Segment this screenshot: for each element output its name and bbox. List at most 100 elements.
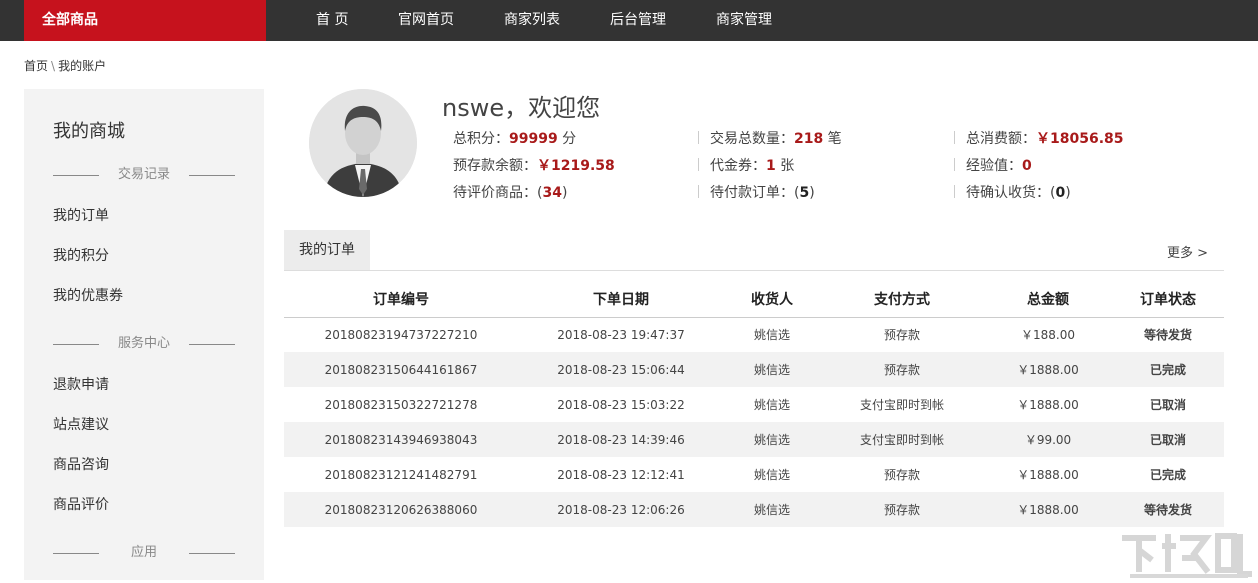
sidebar-section-trade: 交易记录 [24,165,264,185]
order-id[interactable]: 20180823194737227210 [284,317,518,352]
sidebar-title: 我的商城 [53,117,125,143]
sidebar-item-my-orders[interactable]: 我的订单 [53,205,109,225]
order-id[interactable]: 20180823120626388060 [284,492,518,527]
stat-label: 待评价商品：( [453,185,542,201]
sidebar-item-consult[interactable]: 商品咨询 [53,454,109,474]
table-row[interactable]: 20180823121241482791 2018-08-23 12:12:41… [284,457,1224,492]
column-header-amount: 总金额 [984,282,1112,317]
stat-label: 待付款订单：( [710,185,799,201]
order-consignee: 姚信选 [724,457,820,492]
sidebar-item-my-points[interactable]: 我的积分 [53,245,109,265]
sidebar-item-refund[interactable]: 退款申请 [53,374,109,394]
sidebar-item-suggestion[interactable]: 站点建议 [53,414,109,434]
order-amount: ￥1888.00 [984,492,1112,527]
stat-total-points: 总积分：99999 分 [453,128,576,148]
stat-value: 5 [799,185,809,201]
order-status: 已取消 [1112,422,1224,457]
table-row[interactable]: 20180823194737227210 2018-08-23 19:47:37… [284,317,1224,352]
stat-divider [954,131,955,144]
order-date: 2018-08-23 12:12:41 [518,457,724,492]
order-id[interactable]: 20180823150644161867 [284,352,518,387]
welcome-message: nswe，欢迎您 [442,88,600,123]
section-divider [189,344,235,345]
table-row[interactable]: 20180823150322721278 2018-08-23 15:03:22… [284,387,1224,422]
order-payment: 支付宝即时到帐 [820,387,984,422]
nav-official-home[interactable]: 官网首页 [398,0,454,41]
stat-label: 待确认收货：( [966,185,1055,201]
column-header-status: 订单状态 [1112,282,1224,317]
orders-table: 订单编号 下单日期 收货人 支付方式 总金额 订单状态 201808231947… [284,282,1224,527]
stat-label: 总消费额： [966,131,1036,147]
order-amount: ￥1888.00 [984,457,1112,492]
tab-my-orders[interactable]: 我的订单 [284,230,370,270]
stat-value: 1 [766,158,776,174]
table-header-row: 订单编号 下单日期 收货人 支付方式 总金额 订单状态 [284,282,1224,317]
breadcrumb-home[interactable]: 首页 [24,59,48,73]
stat-divider [698,185,699,198]
order-id[interactable]: 20180823150322721278 [284,387,518,422]
stat-unit: 笔 [823,131,841,147]
table-row[interactable]: 20180823120626388060 2018-08-23 12:06:26… [284,492,1224,527]
order-status: 已完成 [1112,457,1224,492]
stat-vouchers: 代金券：1 张 [710,155,794,175]
stat-unit: 张 [776,158,794,174]
stat-to-pay[interactable]: 待付款订单：(5) [710,182,815,202]
order-date: 2018-08-23 15:06:44 [518,352,724,387]
nav-merchant-list[interactable]: 商家列表 [504,0,560,41]
stat-experience: 经验值：0 [966,155,1032,175]
order-consignee: 姚信选 [724,492,820,527]
stat-value: 0 [1022,158,1032,174]
order-status: 已完成 [1112,352,1224,387]
sidebar-section-apps: 应用 [24,543,264,563]
order-id[interactable]: 20180823143946938043 [284,422,518,457]
stat-to-review[interactable]: 待评价商品：(34) [453,182,567,202]
nav-merchant-management[interactable]: 商家管理 [716,0,772,41]
order-date: 2018-08-23 15:03:22 [518,387,724,422]
order-consignee: 姚信选 [724,352,820,387]
column-header-order-id: 订单编号 [284,282,518,317]
order-status: 等待发货 [1112,317,1224,352]
sidebar-item-review[interactable]: 商品评价 [53,494,109,514]
table-row[interactable]: 20180823150644161867 2018-08-23 15:06:44… [284,352,1224,387]
column-header-date: 下单日期 [518,282,724,317]
all-goods-menu[interactable]: 全部商品 [24,0,266,41]
avatar[interactable] [309,89,417,197]
stat-divider [698,158,699,171]
stat-value: 99999 [509,131,558,147]
nav-home[interactable]: 首 页 [316,0,348,41]
order-payment: 预存款 [820,492,984,527]
table-row[interactable]: 20180823143946938043 2018-08-23 14:39:46… [284,422,1224,457]
breadcrumb-separator: \ [51,59,55,73]
order-amount: ￥188.00 [984,317,1112,352]
more-orders-link[interactable]: 更多 > [1167,242,1208,261]
order-amount: ￥99.00 [984,422,1112,457]
order-payment: 预存款 [820,352,984,387]
order-status: 等待发货 [1112,492,1224,527]
order-payment: 预存款 [820,457,984,492]
sidebar-item-my-coupons[interactable]: 我的优惠券 [53,285,123,305]
user-avatar-icon [309,89,417,197]
section-divider [189,553,235,554]
stat-deposit-balance: 预存款余额：￥1219.58 [453,155,615,175]
stat-divider [698,131,699,144]
stat-to-confirm[interactable]: 待确认收货：(0) [966,182,1071,202]
stat-label: 预存款余额： [453,158,537,174]
order-payment: 支付宝即时到帐 [820,422,984,457]
column-header-consignee: 收货人 [724,282,820,317]
order-consignee: 姚信选 [724,317,820,352]
stat-unit: 分 [558,131,576,147]
order-amount: ￥1888.00 [984,352,1112,387]
stat-value: 218 [794,131,823,147]
order-date: 2018-08-23 19:47:37 [518,317,724,352]
stat-label: 总积分： [453,131,509,147]
breadcrumb-current: 我的账户 [58,59,106,73]
stat-label: 代金券： [710,158,766,174]
breadcrumb: 首页\我的账户 [24,57,106,74]
top-nav-bar: 全部商品 首 页 官网首页 商家列表 后台管理 商家管理 [0,0,1258,41]
stat-total-spend: 总消费额：￥18056.85 [966,128,1124,148]
stat-value: 34 [542,185,561,201]
order-consignee: 姚信选 [724,387,820,422]
nav-admin[interactable]: 后台管理 [610,0,666,41]
orders-tab-bar: 我的订单 更多 > [284,230,1224,271]
order-id[interactable]: 20180823121241482791 [284,457,518,492]
